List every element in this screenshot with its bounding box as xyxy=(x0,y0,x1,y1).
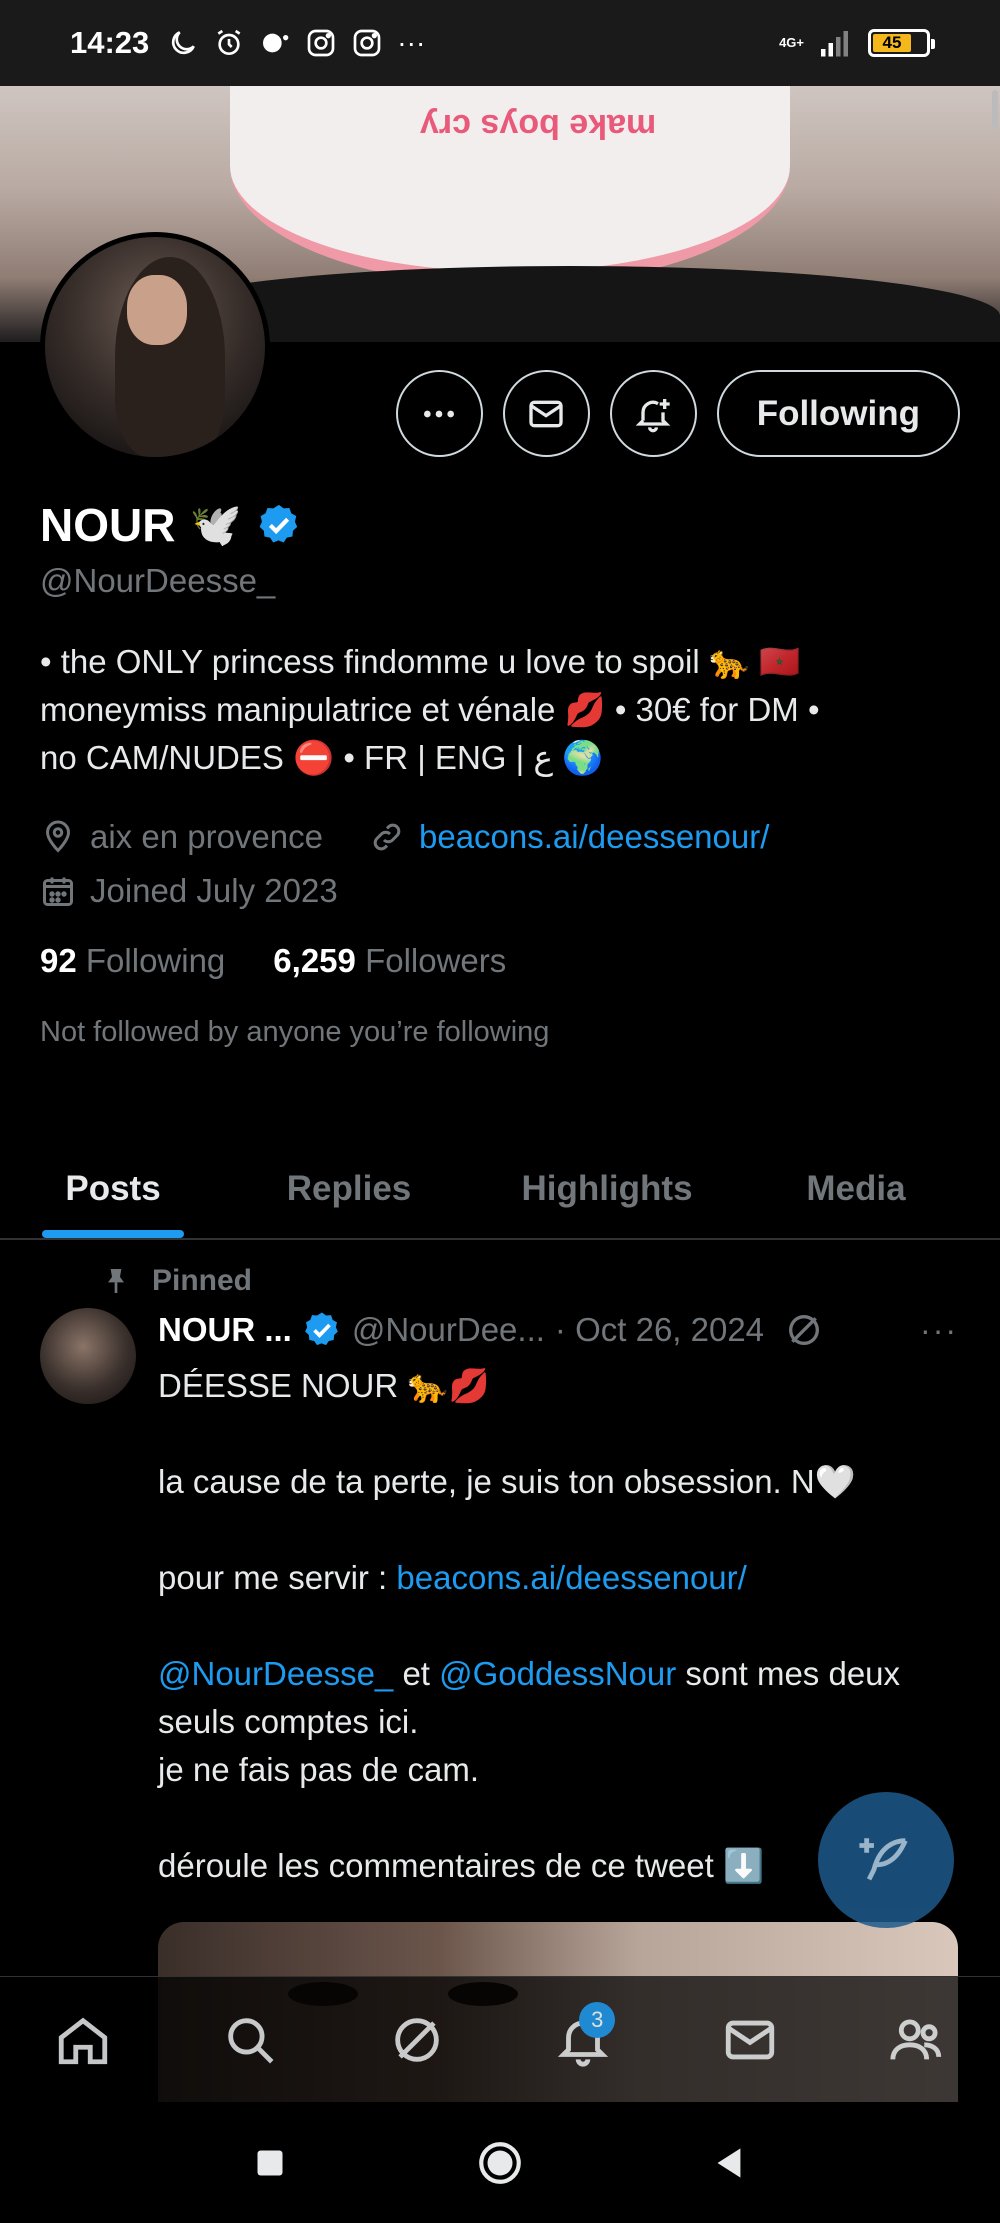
post-header: NOUR ... @NourDee... · Oct 26, 2024 ··· xyxy=(158,1310,958,1350)
nav-notifications[interactable]: 3 xyxy=(543,2000,623,2080)
grok-icon xyxy=(394,2017,439,2062)
post-more-button[interactable]: ··· xyxy=(920,1312,958,1349)
battery-indicator: 45 xyxy=(868,29,935,57)
profile-name: NOUR xyxy=(40,499,176,551)
home-icon xyxy=(59,2017,108,2064)
bio-line: moneymiss manipulatrice et vénale 💋 • 30… xyxy=(40,691,820,728)
profile-actions: Following xyxy=(395,370,960,457)
profile-website-link[interactable]: beacons.ai/deessenour/ xyxy=(419,818,769,856)
profile-location: aix en provence xyxy=(90,818,323,855)
name-emoji: 🕊️ xyxy=(189,500,242,548)
bell-plus-icon xyxy=(635,398,671,432)
pinned-label: Pinned xyxy=(152,1264,253,1297)
recent-apps-button[interactable] xyxy=(245,2138,295,2188)
post-line: je ne fais pas de cam. xyxy=(158,1751,480,1788)
profile-info: NOUR 🕊️ @NourDeesse_ • the ONLY princess… xyxy=(40,498,960,1049)
profile-joined-date: Joined July 2023 xyxy=(90,872,338,909)
signal-icon xyxy=(821,31,848,57)
bio-line: • the ONLY princess findomme u love to s… xyxy=(40,643,801,680)
profile-tabs: Posts Replies Highlights Media xyxy=(0,1140,1000,1240)
status-time: 14:23 xyxy=(70,25,150,60)
more-horizontal-icon xyxy=(424,410,455,417)
pinned-indicator: Pinned xyxy=(100,1264,252,1298)
post-line: pour me servir : beacons.ai/deessenour/ xyxy=(158,1559,747,1596)
moon-icon xyxy=(172,31,196,55)
back-button[interactable] xyxy=(705,2138,755,2188)
post-date[interactable]: · Oct 26, 2024 xyxy=(555,1311,764,1349)
nav-grok[interactable] xyxy=(377,2000,457,2080)
grok-icon[interactable] xyxy=(784,1310,824,1350)
more-options-button[interactable] xyxy=(395,370,483,457)
status-bar: 14:23 ··· 4G+ 45 xyxy=(0,0,1000,86)
tab-posts[interactable]: Posts xyxy=(0,1140,226,1238)
alarm-icon xyxy=(217,29,241,55)
nav-home[interactable] xyxy=(43,2000,123,2080)
nav-search[interactable] xyxy=(210,2000,290,2080)
envelope-icon xyxy=(725,2020,775,2059)
calendar-icon xyxy=(43,877,73,906)
link-icon xyxy=(373,823,401,851)
notify-button[interactable] xyxy=(609,370,697,457)
following-button[interactable]: Following xyxy=(716,370,960,457)
followers-count-link[interactable]: 6,259 Followers xyxy=(273,942,506,980)
bio-line: no CAM/NUDES ⛔ • FR | ENG | ع 🌍 xyxy=(40,739,604,776)
network-type: 4G+ xyxy=(779,35,804,50)
pin-icon xyxy=(108,1269,124,1293)
mention-link[interactable]: @NourDeesse_ xyxy=(158,1655,393,1692)
verified-badge-icon[interactable] xyxy=(256,502,302,548)
nav-messages[interactable] xyxy=(710,2000,790,2080)
system-navigation-bar xyxy=(0,2102,1000,2223)
envelope-icon xyxy=(529,400,563,427)
verified-badge-icon xyxy=(302,1310,342,1350)
feather-plus-icon xyxy=(859,1838,908,1881)
tab-highlights[interactable]: Highlights xyxy=(472,1140,742,1238)
profile-handle: @NourDeesse_ xyxy=(40,562,276,599)
tab-media[interactable]: Media xyxy=(742,1140,970,1238)
banner-print-text: make boys cry xyxy=(420,107,657,145)
instagram-icon xyxy=(307,29,335,57)
bottom-navigation: 3 xyxy=(0,1976,1000,2102)
status-icons: ··· xyxy=(167,27,425,59)
search-icon xyxy=(228,2017,274,2063)
scrollbar[interactable] xyxy=(992,90,998,130)
tab-replies[interactable]: Replies xyxy=(226,1140,472,1238)
not-followed-note: Not followed by anyone you’re following xyxy=(40,1016,550,1048)
follow-counts: 92 Following 6,259 Followers xyxy=(40,942,960,980)
post-line: la cause de ta perte, je suis ton obsess… xyxy=(158,1463,856,1500)
message-button[interactable] xyxy=(502,370,590,457)
following-count-link[interactable]: 92 Following xyxy=(40,942,225,980)
post-author-handle[interactable]: @NourDee... xyxy=(352,1311,545,1349)
compose-post-button[interactable] xyxy=(818,1792,954,1928)
post-link[interactable]: beacons.ai/deessenour/ xyxy=(396,1559,746,1596)
instagram-icon xyxy=(353,29,381,57)
profile-avatar[interactable] xyxy=(40,232,270,462)
nav-communities[interactable] xyxy=(877,2000,957,2080)
home-button[interactable] xyxy=(475,2138,525,2188)
post-author-avatar[interactable] xyxy=(40,1308,136,1404)
post-line: seuls comptes ici. xyxy=(158,1703,419,1740)
profile-meta: aix en provence beacons.ai/deessenour/ J… xyxy=(40,810,960,918)
profile-bio: • the ONLY princess findomme u love to s… xyxy=(40,638,960,782)
location-pin-icon xyxy=(45,820,71,853)
mention-link[interactable]: @GoddessNour xyxy=(439,1655,676,1692)
post-author-name[interactable]: NOUR ... xyxy=(158,1311,292,1349)
post-line: @NourDeesse_ et @GoddessNour sont mes de… xyxy=(158,1655,901,1692)
people-icon xyxy=(890,2018,941,2060)
battery-level: 45 xyxy=(873,33,911,52)
post-line: DÉESSE NOUR 🐆💋 xyxy=(158,1367,490,1404)
more-notifications-icon: ··· xyxy=(397,27,426,58)
notifications-badge: 3 xyxy=(579,2001,616,2038)
chat-bubble-icon xyxy=(263,33,289,53)
